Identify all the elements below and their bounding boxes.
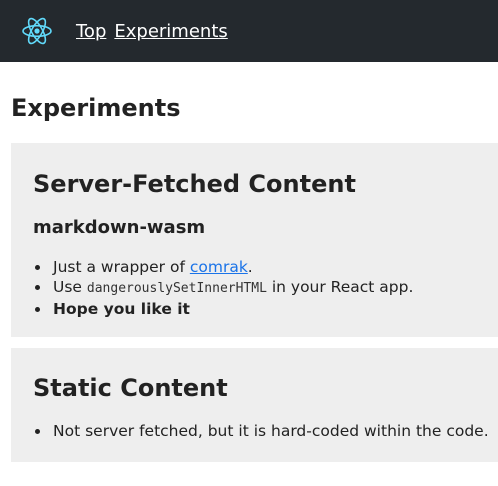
- server-fetched-heading: Server-Fetched Content: [33, 170, 356, 198]
- list-item: Use dangerouslySetInnerHTML in your Reac…: [51, 277, 413, 299]
- server-fetched-list: Just a wrapper of comrak. Use dangerousl…: [51, 257, 413, 319]
- markdown-wasm-subheading: markdown-wasm: [33, 217, 206, 238]
- list-item-suffix: .: [247, 258, 253, 276]
- list-item-text: Just a wrapper of: [53, 258, 190, 276]
- list-item: Just a wrapper of comrak.: [51, 257, 413, 277]
- list-item: Hope you like it: [51, 299, 413, 319]
- page-title: Experiments: [11, 94, 181, 122]
- inline-code: dangerouslySetInnerHTML: [86, 281, 267, 296]
- static-content-heading: Static Content: [33, 374, 228, 402]
- comrak-link[interactable]: comrak: [190, 258, 248, 276]
- list-item: Not server fetched, but it is hard-coded…: [51, 421, 489, 441]
- server-fetched-card: Server-Fetched Content markdown-wasm Jus…: [11, 143, 498, 337]
- static-content-list: Not server fetched, but it is hard-coded…: [51, 421, 489, 441]
- list-item-bold-text: Hope you like it: [53, 300, 190, 318]
- list-item-suffix: in your React app.: [266, 278, 414, 296]
- static-content-card: Static Content Not server fetched, but i…: [11, 348, 498, 462]
- list-item-text: Use: [53, 278, 87, 296]
